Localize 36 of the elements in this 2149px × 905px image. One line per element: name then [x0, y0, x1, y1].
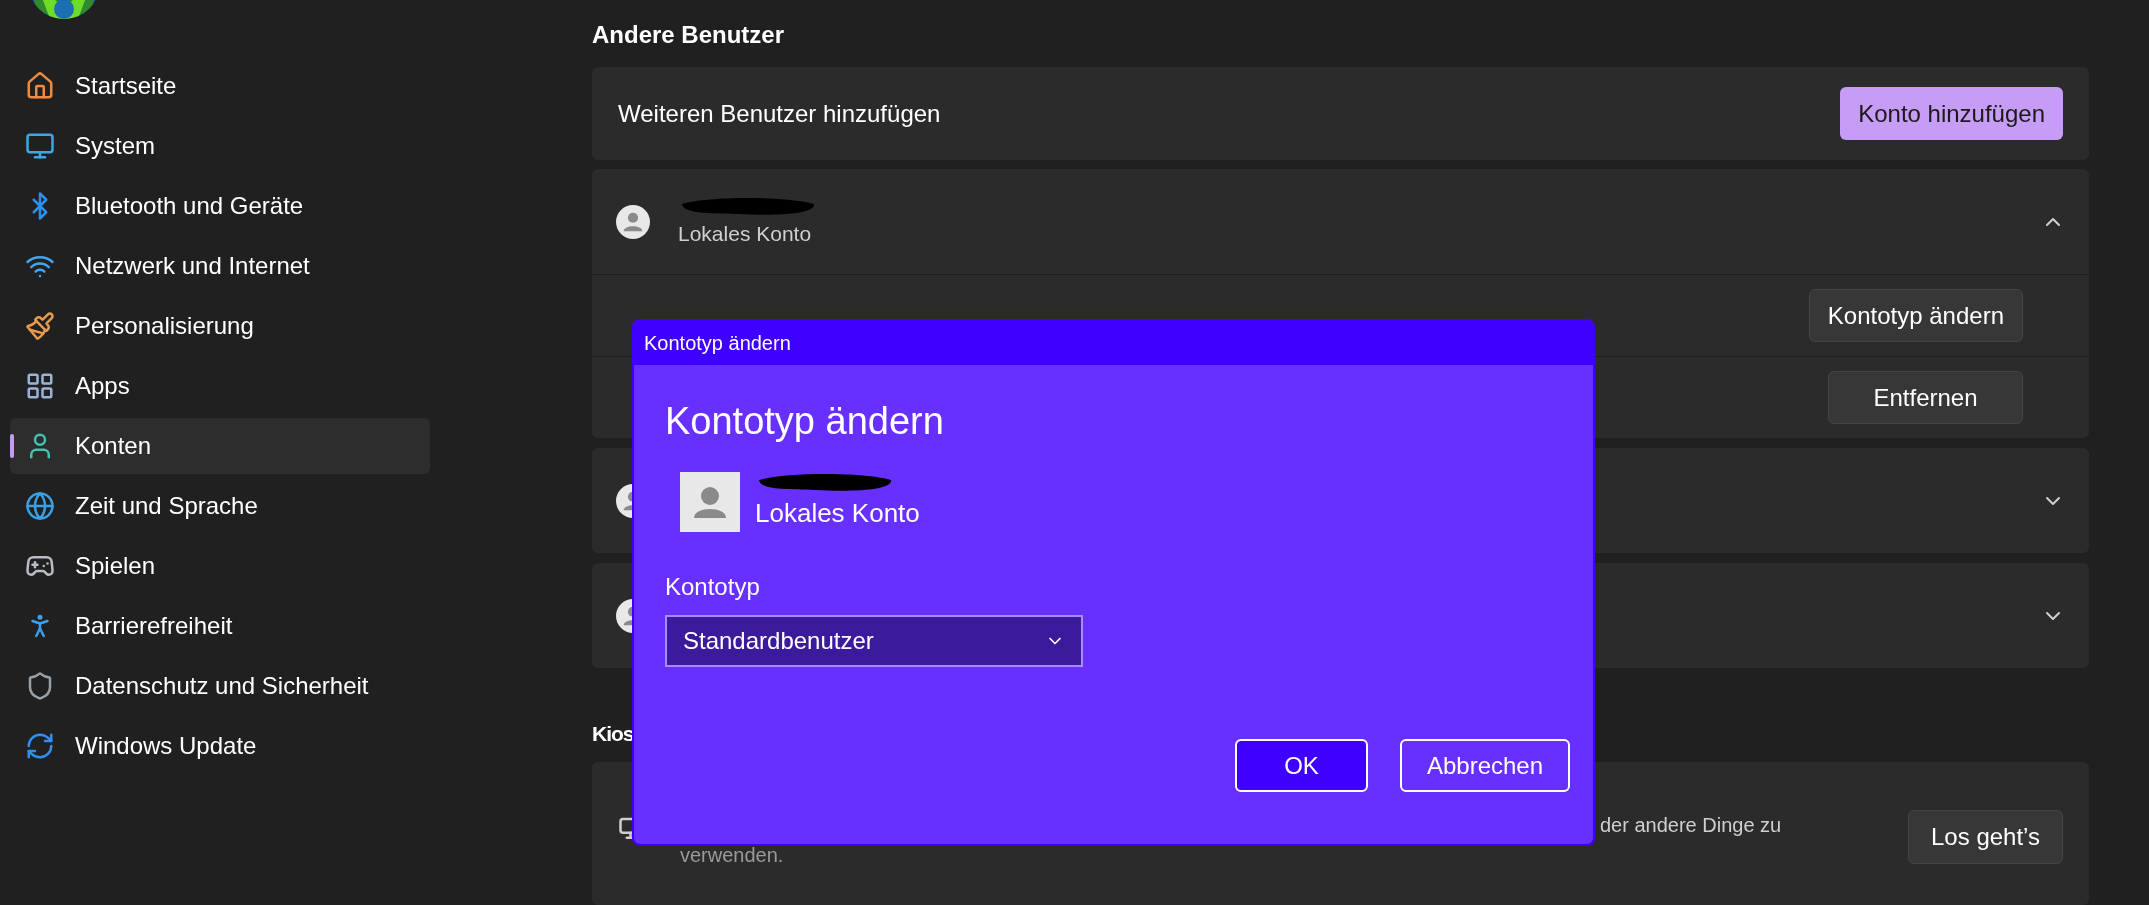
start-button[interactable]: Los geht’s — [1908, 809, 2063, 864]
add-account-button[interactable]: Konto hinzufügen — [1840, 87, 2063, 141]
account-type-dropdown[interactable]: Standardbenutzer — [665, 615, 1083, 667]
description-text: verwenden. — [680, 842, 784, 868]
option-button[interactable]: Kontotyp ändern — [1808, 289, 2023, 343]
account-type: Lokales Konto — [755, 497, 920, 530]
avatar-icon — [616, 204, 650, 239]
sidebar-item[interactable]: Netzwerk und Internet — [10, 238, 430, 294]
sidebar-item[interactable]: Spielen — [10, 538, 430, 594]
sidebar-item[interactable]: Startseite — [10, 58, 430, 114]
sidebar-item[interactable]: Windows Update — [10, 718, 430, 774]
ok-button[interactable]: OK — [1235, 739, 1368, 792]
selection-indicator — [10, 434, 14, 458]
sidebar-item[interactable]: System — [10, 118, 430, 174]
monitor-icon — [25, 131, 55, 161]
apps-icon — [25, 371, 55, 401]
dialog-title-bar: Kontotyp ändern — [634, 321, 1593, 365]
house-icon — [25, 71, 55, 101]
description-text: der andere Dinge zu — [1600, 812, 1782, 838]
globe-icon — [25, 491, 55, 521]
cancel-button[interactable]: Abbrechen — [1400, 739, 1570, 792]
settings-card: Weiteren Benutzer hinzufügen Konto hinzufügen — [592, 67, 2089, 161]
section-title: Andere Benutzer — [592, 20, 786, 50]
sidebar-item[interactable]: Bluetooth und Geräte — [10, 178, 430, 234]
sidebar-item[interactable]: Barrierefreiheit — [10, 598, 430, 654]
update-icon — [25, 731, 55, 761]
section-title: Kios — [592, 721, 634, 748]
sidebar-item[interactable]: Zeit und Sprache — [10, 478, 430, 534]
sidebar-item[interactable]: Datenschutz und Sicherheit — [10, 658, 430, 714]
sidebar-item[interactable]: Personalisierung — [10, 298, 430, 354]
sidebar-item[interactable]: Apps — [10, 358, 430, 414]
sidebar-item[interactable]: Konten — [10, 418, 430, 474]
brush-icon — [25, 311, 55, 341]
option-button[interactable]: Entfernen — [1828, 371, 2023, 425]
avatar-icon — [680, 471, 740, 532]
field-label: Kontotyp — [665, 572, 760, 602]
